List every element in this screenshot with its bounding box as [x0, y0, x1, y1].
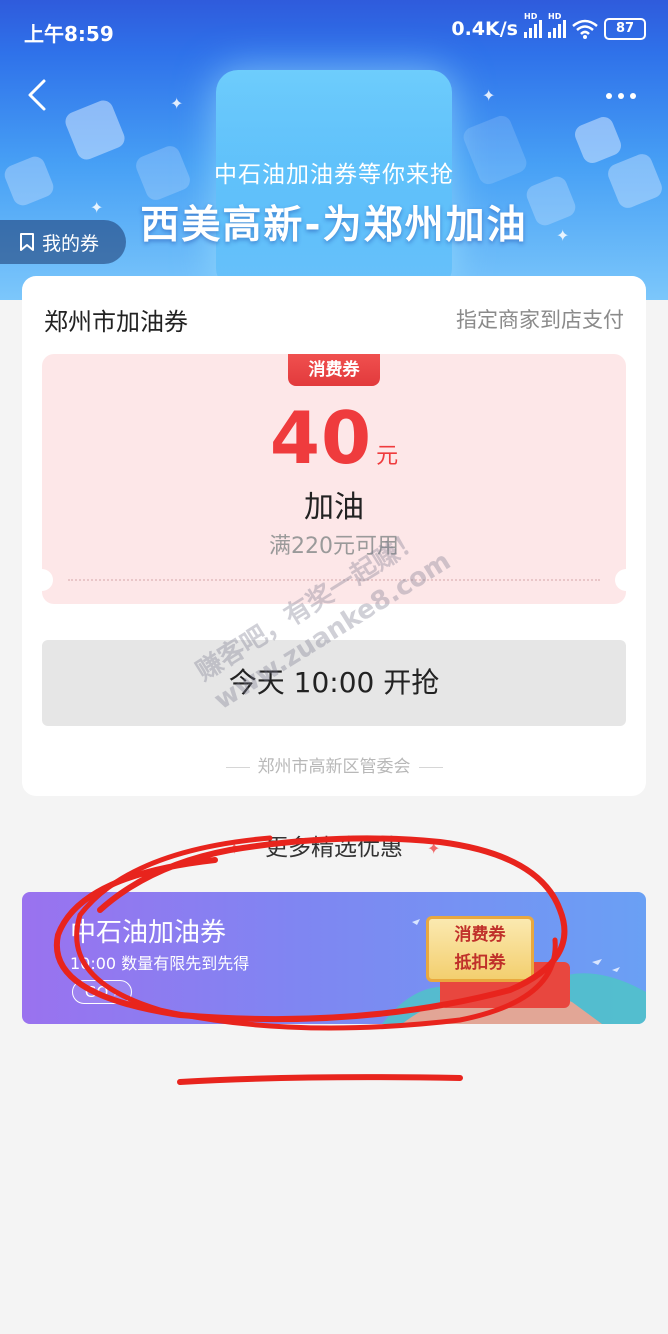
promo-coupon-line1: 消费券	[454, 925, 506, 945]
coupon-condition: 满220元可用	[269, 534, 399, 559]
coupon-card-note: 指定商家到店支付	[456, 308, 624, 332]
status-time: 上午8:59	[24, 22, 114, 46]
coupon-card-title: 郑州市加油券	[44, 308, 188, 336]
ticket-notch-right	[615, 569, 626, 591]
coupon-badge: 消费券	[288, 354, 380, 386]
promo-go-label: GO	[84, 983, 109, 1001]
hero-banner: ✦ ✦ ✦ ✦ 上午8:59 0.4K/s HD HD 87 中石油加油券等你来…	[0, 0, 668, 300]
back-icon[interactable]	[24, 78, 54, 112]
status-indicators: 0.4K/s HD HD 87	[451, 12, 646, 40]
promo-coupon-line2: 抵扣券	[454, 953, 506, 973]
coupon-amount-unit: 元	[376, 444, 399, 469]
coupon-kind: 加油	[304, 490, 364, 525]
signal-icon: HD	[524, 12, 542, 38]
ticket-notch-left	[42, 569, 53, 591]
sparkle-icon: ✦	[170, 94, 184, 113]
issuer-divider-left	[225, 766, 250, 768]
issuer-label: 郑州市高新区管委会	[257, 757, 411, 777]
promo-subtitle: 10:00 数量有限先到先得	[70, 954, 250, 973]
coupon-ticket: 消费券 40 元 加油 满220元可用	[42, 354, 626, 604]
decor-tile	[62, 97, 128, 163]
promo-coupon-graphic: 消费券 抵扣券	[426, 916, 534, 982]
sparkle-icon: ✦	[482, 86, 496, 105]
sparkle-icon: ✦	[227, 839, 241, 858]
signal-icon: HD	[548, 12, 566, 38]
coupon-amount: 40 元	[42, 396, 626, 480]
bookmark-icon	[20, 233, 34, 251]
coupon-page: ✦ ✦ ✦ ✦ 上午8:59 0.4K/s HD HD 87 中石油加油券等你来…	[0, 0, 668, 1334]
coupon-amount-value: 40	[269, 396, 373, 480]
network-speed: 0.4K/s	[451, 18, 518, 40]
promo-title: 中石油加油券	[70, 918, 227, 948]
grab-coupon-button[interactable]: 今天 10:00 开抢	[42, 640, 626, 726]
my-coupons-button[interactable]: 我的券	[0, 220, 126, 264]
issuer-divider-right	[418, 766, 443, 768]
promo-banner[interactable]: 中石油加油券 10:00 数量有限先到先得 GO › 消费券 抵扣券	[22, 892, 646, 1024]
my-coupons-label: 我的券	[42, 232, 100, 255]
battery-icon: 87	[604, 18, 646, 40]
wifi-icon	[572, 19, 598, 39]
hd-label: HD	[524, 12, 538, 21]
coupon-issuer: 郑州市高新区管委会	[22, 752, 646, 777]
more-offers-heading: ✦ 更多精选优惠 ✦	[0, 828, 668, 862]
more-offers-label: 更多精选优惠	[265, 835, 403, 861]
coupon-card: 郑州市加油券 指定商家到店支付 消费券 40 元 加油 满220元可用 今天 10…	[22, 276, 646, 796]
promo-go-button[interactable]: GO ›	[72, 980, 132, 1004]
more-options-icon[interactable]	[604, 86, 638, 106]
status-bar: 上午8:59 0.4K/s HD HD 87	[0, 0, 668, 56]
sparkle-icon: ✦	[427, 839, 441, 858]
hd-label: HD	[548, 12, 562, 21]
hero-subtitle: 中石油加油券等你来抢	[214, 162, 454, 188]
